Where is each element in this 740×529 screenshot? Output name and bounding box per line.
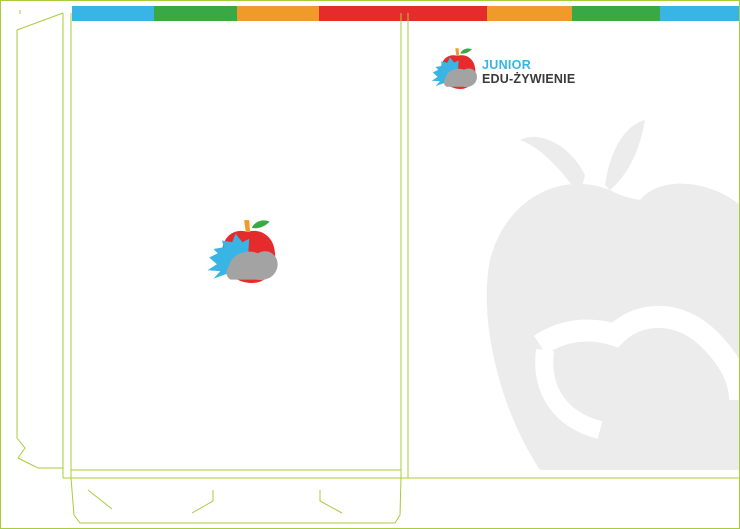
bottom-pocket-flap (70, 477, 402, 524)
folder-dieline-canvas (0, 0, 740, 529)
stripe-segment (237, 6, 319, 21)
watermark-apple-icon (486, 120, 740, 471)
pocket-slit-center (191, 490, 214, 514)
stripe-segment (660, 6, 740, 21)
brand-logo-icon (431, 48, 477, 89)
top-color-stripe (72, 6, 740, 21)
center-logo-icon (207, 220, 278, 283)
stripe-segment (572, 6, 660, 21)
stripe-segment (319, 6, 487, 21)
brand-line-edu-zywienie: EDU-ŻYWIENIE (482, 72, 576, 86)
left-side-flap (16, 12, 64, 469)
pocket-slit-right (319, 490, 343, 514)
brand-line-junior: JUNIOR (482, 58, 532, 72)
brand-wordmark: JUNIOR EDU-ŻYWIENIE (482, 58, 575, 86)
pocket-slit-left (87, 489, 113, 510)
stripe-segment (487, 6, 572, 21)
stripe-segment (154, 6, 237, 21)
stripe-segment (72, 6, 154, 21)
